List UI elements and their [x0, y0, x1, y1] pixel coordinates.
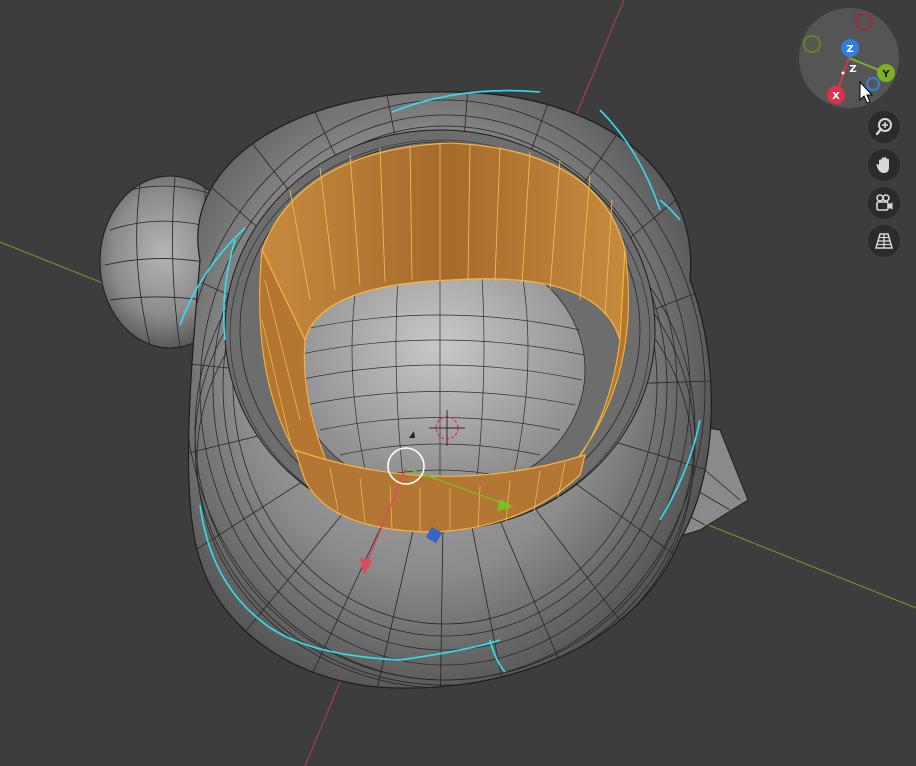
pan-button[interactable]	[868, 149, 900, 181]
gizmo-y-label: Y	[881, 69, 890, 80]
gizmo-neg-z-label: Z	[849, 64, 856, 75]
gizmo-z-label: Z	[846, 44, 853, 55]
grid-perspective-icon	[875, 233, 893, 249]
camera-view-button[interactable]	[868, 187, 900, 219]
gizmo-x-label: X	[832, 91, 840, 102]
gizmo-z-axis[interactable]: Z	[841, 39, 859, 57]
zoom-button[interactable]	[868, 111, 900, 143]
hand-icon	[876, 157, 889, 173]
gizmo-x-axis[interactable]: X	[827, 86, 845, 104]
perspective-toggle-button[interactable]	[868, 225, 900, 257]
navigation-gizmo[interactable]: Z Y X Z	[799, 8, 899, 108]
camera-icon	[876, 194, 893, 211]
viewport-3d[interactable]: Z Y X Z	[0, 0, 916, 766]
gizmo-y-axis[interactable]: Y	[877, 64, 895, 82]
zoom-in-icon	[875, 118, 892, 136]
